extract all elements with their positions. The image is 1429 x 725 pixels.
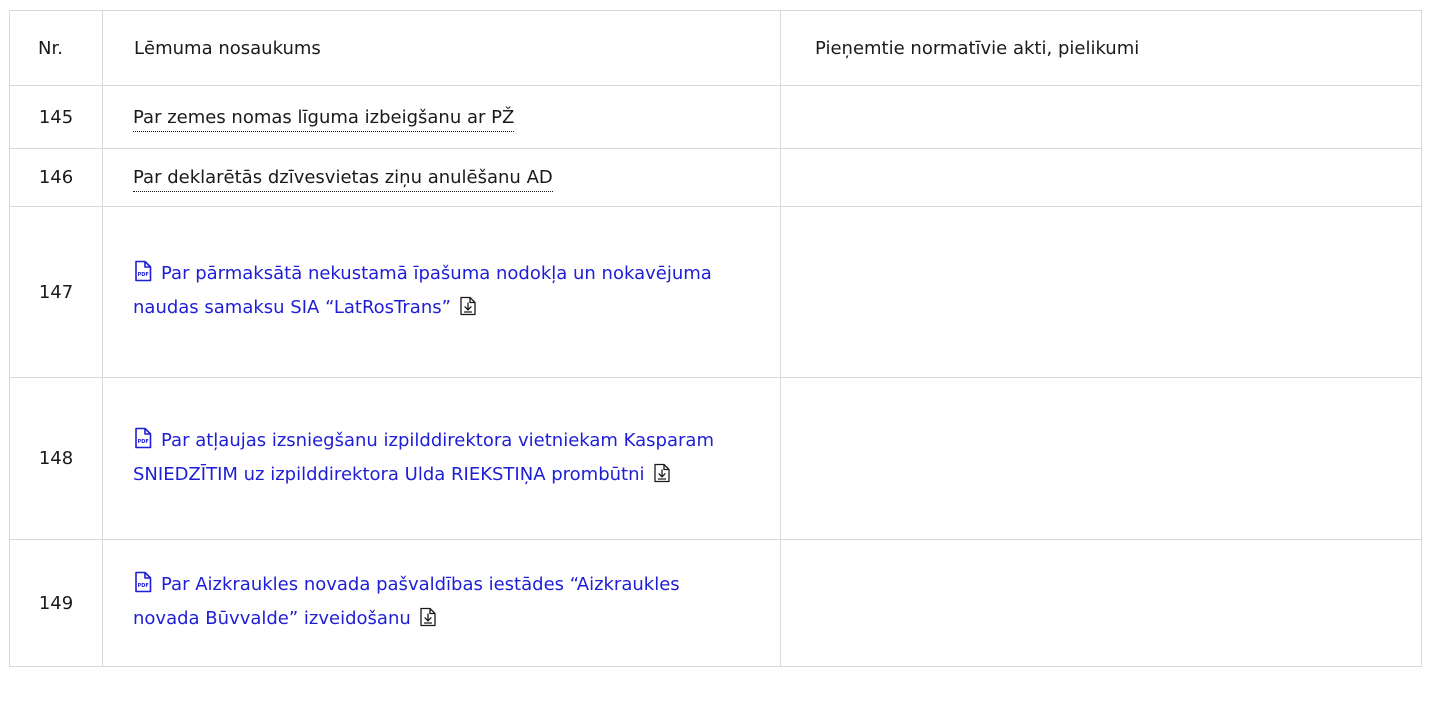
- download-icon[interactable]: [653, 462, 671, 493]
- pdf-decision-title: Par atļaujas izsniegšanu izpilddirektora…: [133, 429, 714, 485]
- svg-text:PDF: PDF: [138, 439, 149, 445]
- decisions-table: Nr. Lēmuma nosaukums Pieņemtie normatīvi…: [9, 10, 1422, 667]
- header-adopted-acts: Pieņemtie normatīvie akti, pielikumi: [780, 10, 1422, 86]
- decision-title-cell: Par deklarētās dzīvesvietas ziņu anulēša…: [102, 148, 781, 207]
- pdf-file-icon: PDF: [133, 571, 153, 603]
- pdf-decision-link[interactable]: PDF Par atļaujas izsniegšanu izpilddirek…: [133, 427, 714, 485]
- row-number: 148: [9, 377, 103, 540]
- table-header-row: Nr. Lēmuma nosaukums Pieņemtie normatīvi…: [9, 10, 1422, 86]
- download-icon[interactable]: [419, 606, 437, 637]
- row-number: 147: [9, 206, 103, 378]
- header-nr: Nr.: [9, 10, 103, 86]
- adopted-acts-cell: [780, 539, 1422, 667]
- svg-text:PDF: PDF: [138, 583, 149, 589]
- pdf-file-icon: PDF: [133, 260, 153, 292]
- header-decision-name: Lēmuma nosaukums: [102, 10, 781, 86]
- decision-link[interactable]: Par zemes nomas līguma izbeigšanu ar PŽ: [133, 106, 515, 132]
- pdf-decision-link[interactable]: PDF Par Aizkraukles novada pašvaldības i…: [133, 571, 680, 629]
- pdf-decision-title: Par Aizkraukles novada pašvaldības iestā…: [133, 574, 680, 629]
- row-number: 146: [9, 148, 103, 207]
- table-row: 149 PDF Par Aizkraukles novada pašvaldīb…: [9, 539, 1422, 667]
- adopted-acts-cell: [780, 377, 1422, 540]
- table-row: 145 Par zemes nomas līguma izbeigšanu ar…: [9, 85, 1422, 149]
- adopted-acts-cell: [780, 85, 1422, 149]
- decision-title-cell: Par zemes nomas līguma izbeigšanu ar PŽ: [102, 85, 781, 149]
- decision-title-cell: PDF Par Aizkraukles novada pašvaldības i…: [102, 539, 781, 667]
- svg-text:PDF: PDF: [138, 272, 149, 278]
- download-icon[interactable]: [459, 295, 477, 326]
- decision-link[interactable]: Par deklarētās dzīvesvietas ziņu anulēša…: [133, 167, 553, 192]
- pdf-file-icon: PDF: [133, 427, 153, 459]
- pdf-decision-link[interactable]: PDF Par pārmaksātā nekustamā īpašuma nod…: [133, 260, 712, 318]
- table-row: 147 PDF Par pārmaksātā nekustamā īpašuma…: [9, 206, 1422, 378]
- pdf-decision-title: Par pārmaksātā nekustamā īpašuma nodokļa…: [133, 263, 712, 318]
- row-number: 149: [9, 539, 103, 667]
- row-number: 145: [9, 85, 103, 149]
- decisions-table-container: Nr. Lēmuma nosaukums Pieņemtie normatīvi…: [0, 0, 1429, 667]
- decision-title-cell: PDF Par atļaujas izsniegšanu izpilddirek…: [102, 377, 781, 540]
- decision-title-cell: PDF Par pārmaksātā nekustamā īpašuma nod…: [102, 206, 781, 378]
- table-row: 146 Par deklarētās dzīvesvietas ziņu anu…: [9, 148, 1422, 207]
- adopted-acts-cell: [780, 206, 1422, 378]
- adopted-acts-cell: [780, 148, 1422, 207]
- table-row: 148 PDF Par atļaujas izsniegšanu izpildd…: [9, 377, 1422, 540]
